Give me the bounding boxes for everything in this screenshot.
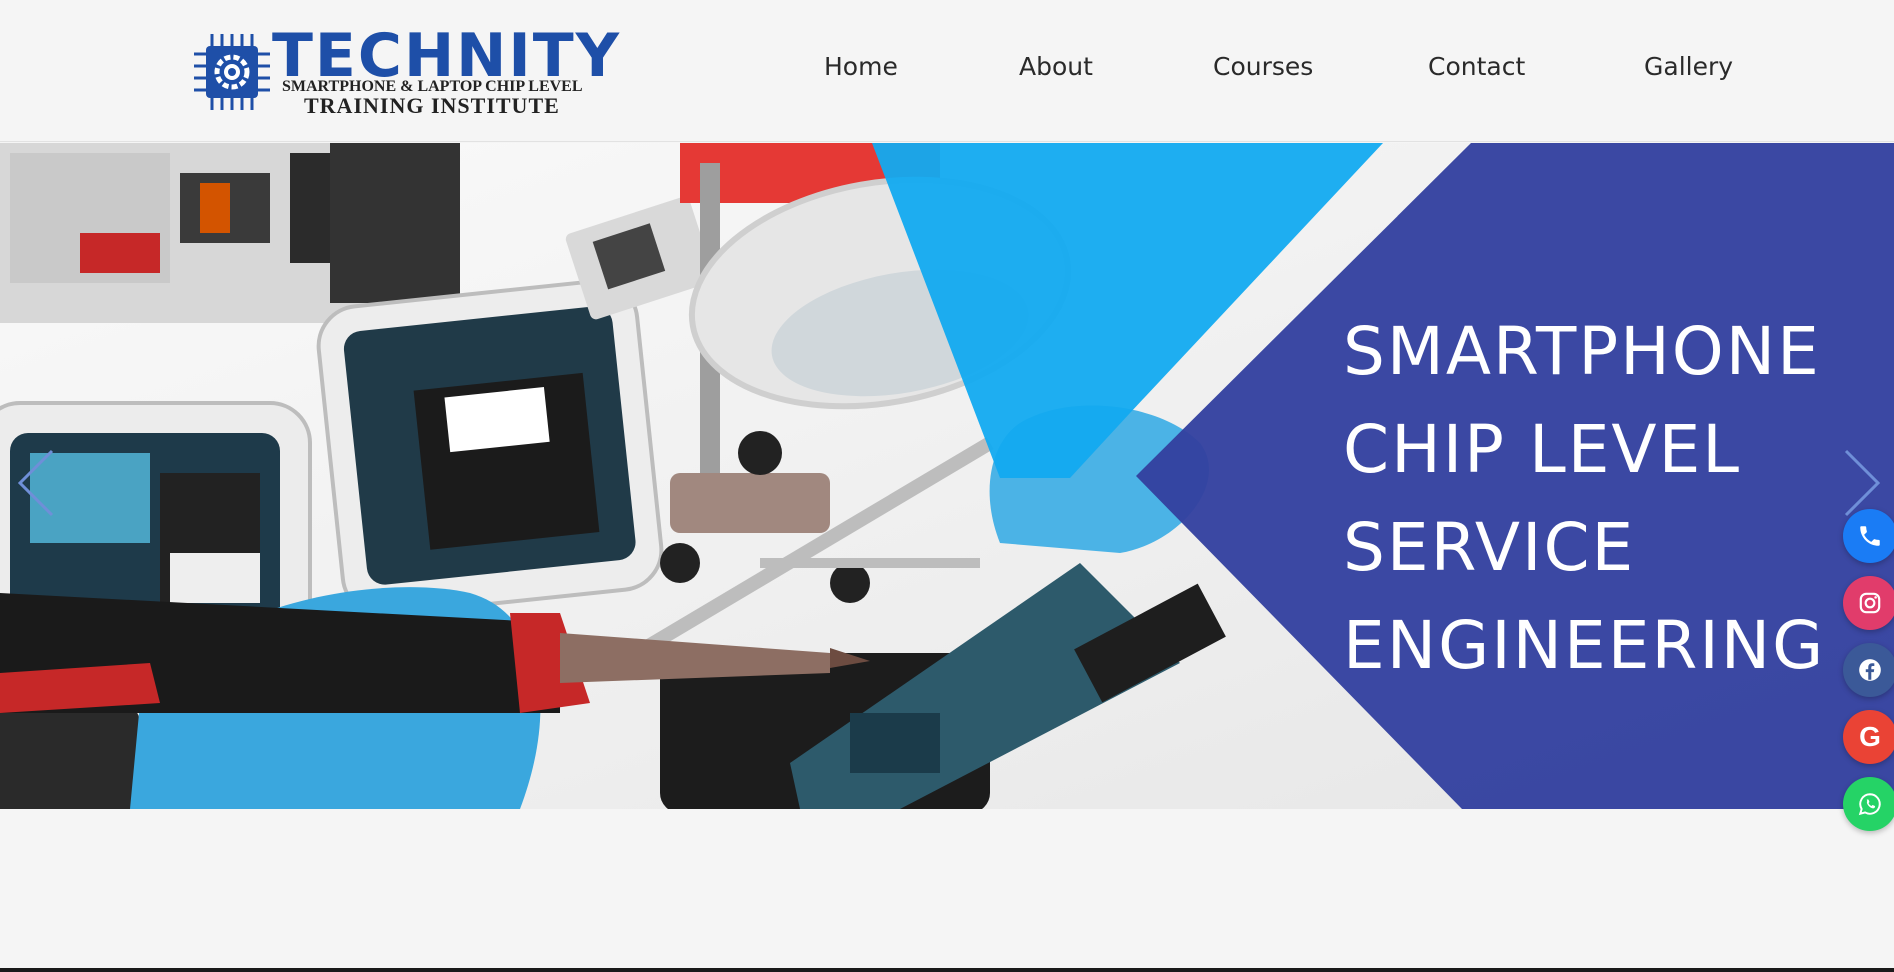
nav-contact[interactable]: Contact (1428, 52, 1525, 81)
google-icon: G (1859, 721, 1881, 752)
main-nav: Home About Courses Contact Gallery (0, 52, 1894, 88)
hero-title: SMARTPHONE CHIP LEVEL SERVICE ENGINEERIN… (1343, 303, 1883, 695)
hero-title-line: CHIP LEVEL (1343, 411, 1742, 488)
site-header: TECHNITY SMARTPHONE & LAPTOP CHIP LEVEL … (0, 0, 1894, 142)
hero-slider: SMARTPHONE CHIP LEVEL SERVICE ENGINEERIN… (0, 143, 1894, 809)
brand-tagline-2: TRAINING INSTITUTE (304, 93, 560, 118)
instagram-icon (1859, 592, 1881, 614)
nav-about[interactable]: About (1019, 52, 1093, 81)
page: TECHNITY SMARTPHONE & LAPTOP CHIP LEVEL … (0, 0, 1894, 972)
nav-gallery[interactable]: Gallery (1644, 52, 1733, 81)
whatsapp-button[interactable] (1843, 777, 1894, 831)
facebook-icon (1859, 659, 1881, 681)
nav-home[interactable]: Home (824, 52, 898, 81)
phone-button[interactable] (1843, 509, 1894, 563)
chevron-left-icon (17, 449, 54, 517)
instagram-button[interactable] (1843, 576, 1894, 630)
nav-courses[interactable]: Courses (1213, 52, 1313, 81)
prev-slide-button[interactable] (12, 443, 62, 523)
google-button[interactable]: G (1843, 710, 1894, 764)
hero-title-line: ENGINEERING (1343, 607, 1826, 684)
page-bottom-border (0, 968, 1894, 972)
hero-title-line: SERVICE (1343, 509, 1636, 586)
whatsapp-icon (1858, 793, 1881, 816)
phone-icon (1860, 526, 1880, 546)
facebook-button[interactable] (1843, 643, 1894, 697)
hero-title-line: SMARTPHONE (1343, 313, 1821, 390)
